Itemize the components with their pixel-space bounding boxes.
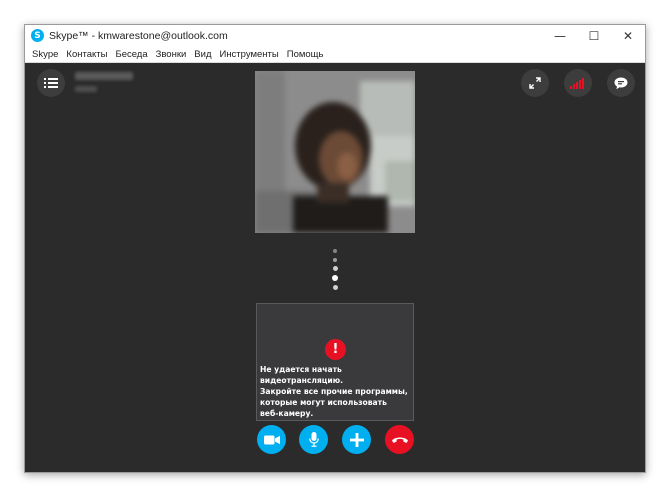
- chat-icon: [614, 77, 628, 89]
- menu-help[interactable]: Помощь: [283, 49, 328, 60]
- menu-contacts[interactable]: Контакты: [62, 49, 111, 60]
- progress-dot: [333, 258, 337, 262]
- contact-status-redacted: [75, 86, 97, 92]
- contact-name-redacted: [75, 72, 133, 80]
- fullscreen-icon: [529, 77, 541, 89]
- skype-logo-icon: S: [31, 29, 44, 42]
- menu-tools[interactable]: Инструменты: [215, 49, 282, 60]
- signal-icon: [570, 78, 584, 89]
- close-button[interactable]: ✕: [611, 25, 645, 46]
- fullscreen-button[interactable]: [521, 69, 549, 97]
- video-camera-icon: [263, 435, 280, 444]
- plus-icon: [349, 432, 364, 447]
- add-button[interactable]: [342, 425, 371, 454]
- progress-dot: [332, 285, 338, 290]
- participants-button[interactable]: [37, 69, 65, 97]
- connecting-indicator: [332, 249, 338, 295]
- hangup-button[interactable]: [385, 425, 414, 454]
- menu-conversation[interactable]: Беседа: [111, 49, 151, 60]
- microphone-icon: [308, 432, 319, 447]
- list-icon: [44, 78, 58, 88]
- window-title: Skype™ - kmwarestone@outlook.com: [49, 29, 228, 42]
- progress-dot: [332, 266, 338, 271]
- menu-skype[interactable]: Skype: [28, 49, 62, 60]
- window-controls: — ☐ ✕: [543, 25, 645, 46]
- participant-avatar: [255, 71, 415, 233]
- menu-view[interactable]: Вид: [190, 49, 215, 60]
- progress-dot: [332, 275, 338, 281]
- webcam-error-panel: ! Не удается начать видеотрансляцию. Зак…: [256, 303, 414, 421]
- hangup-icon: [391, 437, 408, 443]
- call-area: ! Не удается начать видеотрансляцию. Зак…: [25, 63, 645, 472]
- skype-window: S Skype™ - kmwarestone@outlook.com — ☐ ✕…: [24, 24, 646, 473]
- menu-bar: Skype Контакты Беседа Звонки Вид Инструм…: [25, 46, 645, 63]
- progress-dot: [333, 249, 337, 253]
- maximize-button[interactable]: ☐: [577, 25, 611, 46]
- minimize-button[interactable]: —: [543, 25, 577, 46]
- menu-calls[interactable]: Звонки: [152, 49, 191, 60]
- error-icon: !: [325, 339, 346, 360]
- error-message: Не удается начать видеотрансляцию. Закро…: [260, 365, 408, 418]
- call-quality-button[interactable]: [564, 69, 592, 97]
- title-bar: S Skype™ - kmwarestone@outlook.com — ☐ ✕: [25, 25, 645, 46]
- chat-button[interactable]: [607, 69, 635, 97]
- video-button[interactable]: [257, 425, 286, 454]
- mic-button[interactable]: [299, 425, 328, 454]
